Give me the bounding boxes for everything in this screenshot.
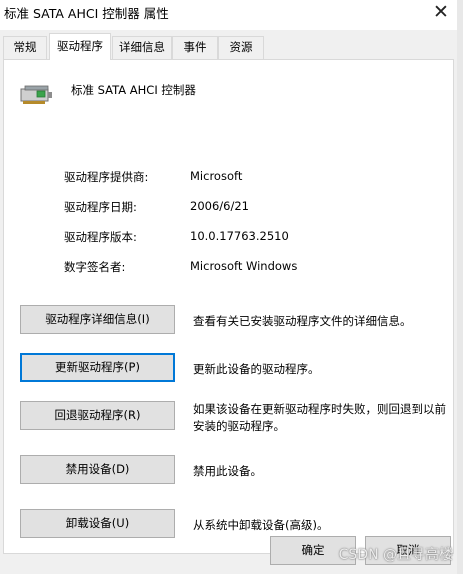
disable-device-desc: 禁用此设备。 bbox=[193, 464, 262, 478]
provider-value: Microsoft bbox=[190, 169, 243, 183]
disable-device-button[interactable]: 禁用设备(D) bbox=[20, 455, 175, 484]
date-value: 2006/6/21 bbox=[190, 199, 249, 213]
update-driver-desc: 更新此设备的驱动程序。 bbox=[193, 362, 320, 376]
version-label: 驱动程序版本: bbox=[64, 230, 137, 244]
window-edge bbox=[457, 0, 463, 574]
driver-details-desc: 查看有关已安装驱动程序文件的详细信息。 bbox=[193, 314, 412, 328]
watermark: CSDN @且寻高楼 bbox=[338, 547, 453, 563]
tab-strip: 常规 驱动程序 详细信息 事件 资源 bbox=[0, 30, 463, 60]
driver-panel: 标准 SATA AHCI 控制器 驱动程序提供商: Microsoft 驱动程序… bbox=[3, 59, 454, 554]
driver-details-button[interactable]: 驱动程序详细信息(I) bbox=[20, 305, 175, 334]
tab-details[interactable]: 详细信息 bbox=[112, 36, 172, 59]
roll-back-driver-button[interactable]: 回退驱动程序(R) bbox=[20, 401, 175, 430]
uninstall-device-button[interactable]: 卸载设备(U) bbox=[20, 509, 175, 538]
storage-controller-icon bbox=[20, 85, 52, 104]
device-name: 标准 SATA AHCI 控制器 bbox=[71, 83, 196, 97]
title-bar: 标准 SATA AHCI 控制器 属性 ✕ bbox=[0, 0, 463, 30]
date-label: 驱动程序日期: bbox=[64, 200, 137, 214]
window-title: 标准 SATA AHCI 控制器 属性 bbox=[4, 6, 169, 21]
version-value: 10.0.17763.2510 bbox=[190, 229, 289, 243]
tab-resources[interactable]: 资源 bbox=[218, 36, 264, 59]
close-icon[interactable]: ✕ bbox=[427, 0, 455, 24]
tab-general[interactable]: 常规 bbox=[3, 36, 47, 59]
signer-value: Microsoft Windows bbox=[190, 259, 298, 273]
uninstall-device-desc: 从系统中卸载设备(高级)。 bbox=[193, 518, 329, 532]
dialog-body: 常规 驱动程序 详细信息 事件 资源 标准 SATA AHCI 控制器 驱动程序… bbox=[0, 30, 463, 574]
roll-back-driver-desc: 如果该设备在更新驱动程序时失败，则回退到以前安装的驱动程序。 bbox=[193, 402, 446, 433]
tab-driver[interactable]: 驱动程序 bbox=[49, 33, 111, 60]
provider-label: 驱动程序提供商: bbox=[64, 170, 149, 184]
update-driver-button[interactable]: 更新驱动程序(P) bbox=[20, 353, 175, 382]
tab-events[interactable]: 事件 bbox=[172, 36, 218, 59]
signer-label: 数字签名者: bbox=[64, 260, 126, 274]
